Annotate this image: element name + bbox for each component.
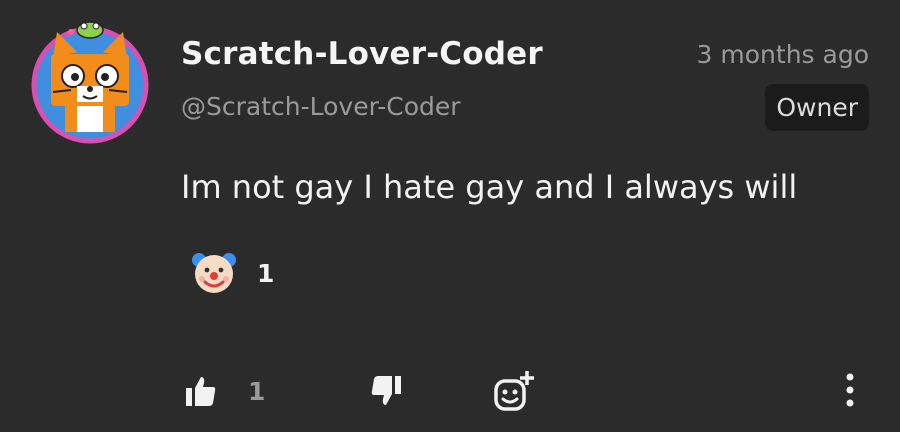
- add-reaction-button[interactable]: [492, 369, 536, 413]
- owner-badge: Owner: [765, 84, 869, 131]
- thumbs-down-icon: [371, 376, 401, 405]
- add-emoji-icon: [494, 371, 534, 411]
- like-count: 1: [248, 376, 266, 406]
- clown-face-icon: [192, 253, 236, 293]
- avatar-cat-icon: [31, 21, 149, 144]
- action-bar: 1: [0, 363, 900, 417]
- comment-timestamp: 3 months ago: [696, 40, 869, 69]
- more-options-button[interactable]: [843, 372, 857, 408]
- thumbs-up-icon: [186, 377, 216, 406]
- avatar[interactable]: [27, 18, 153, 144]
- like-button[interactable]: 1: [184, 374, 265, 408]
- author-name[interactable]: Scratch-Lover-Coder: [181, 36, 543, 72]
- reaction-chip[interactable]: 1: [189, 248, 274, 298]
- dislike-button[interactable]: [369, 374, 403, 408]
- comment-text: Im not gay I hate gay and I always will: [181, 168, 798, 206]
- reaction-count: 1: [257, 258, 275, 288]
- more-vertical-icon: [846, 373, 854, 407]
- author-handle[interactable]: @Scratch-Lover-Coder: [181, 92, 461, 121]
